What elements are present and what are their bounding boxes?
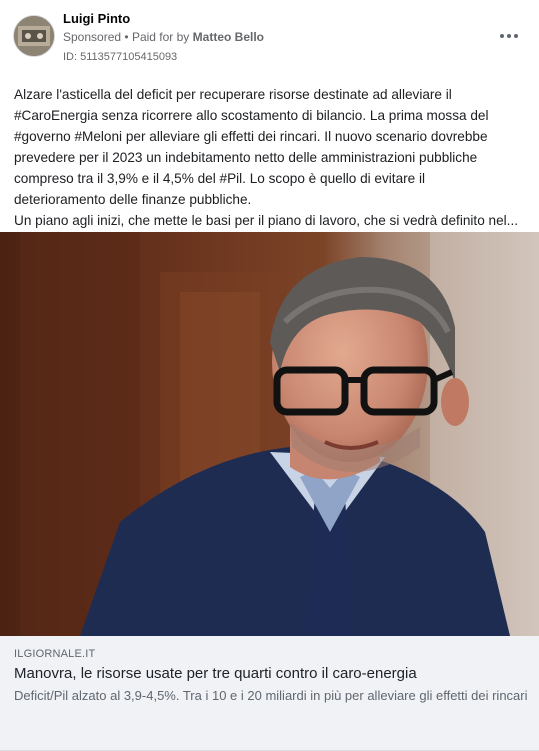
more-options-button[interactable]	[497, 26, 521, 46]
post-body-line: #CaroEnergia senza ricorrere allo scosta…	[14, 108, 489, 123]
post-body-line: Alzare l'asticella del deficit per recup…	[14, 87, 452, 102]
portrait-illustration	[0, 232, 539, 636]
post-body-line: prevedere per il 2023 un indebitamento n…	[14, 150, 478, 165]
avatar-photo-icon	[14, 16, 54, 56]
paid-for-label: Paid for by	[131, 30, 190, 44]
author-name[interactable]: Luigi Pinto	[63, 11, 130, 26]
post-body-line: compreso tra il 3,9% e il 4,5% del #Pil.…	[14, 171, 426, 186]
link-description: Deficit/Pil alzato al 3,9-4,5%. Tra i 10…	[14, 688, 528, 703]
payer-name: Matteo Bello	[192, 30, 264, 44]
link-domain: ILGIORNALE.IT	[14, 648, 96, 660]
post-body-line-truncated[interactable]: Un piano agli inizi, che mette le basi p…	[14, 210, 529, 231]
link-preview[interactable]: ILGIORNALE.IT Manovra, le risorse usate …	[0, 636, 539, 751]
ad-id: ID: 5113577105415093	[63, 51, 178, 63]
post-body-line: #governo #Meloni per alleviare gli effet…	[14, 129, 488, 144]
sponsored-label: Sponsored	[63, 30, 122, 44]
author-avatar[interactable]	[13, 15, 55, 57]
separator-dot: •	[124, 30, 129, 44]
link-title[interactable]: Manovra, le risorse usate per tre quarti…	[14, 665, 417, 682]
post-header: Luigi Pinto Sponsored • Paid for by Matt…	[0, 0, 539, 72]
sponsored-post-card: Luigi Pinto Sponsored • Paid for by Matt…	[0, 0, 539, 751]
post-body: Alzare l'asticella del deficit per recup…	[14, 84, 529, 231]
post-image[interactable]	[0, 232, 539, 636]
post-body-line: deterioramento delle finanze pubbliche.	[14, 192, 252, 207]
more-horizontal-icon	[500, 34, 518, 38]
sponsor-line: Sponsored • Paid for by Matteo Bello	[63, 30, 264, 44]
